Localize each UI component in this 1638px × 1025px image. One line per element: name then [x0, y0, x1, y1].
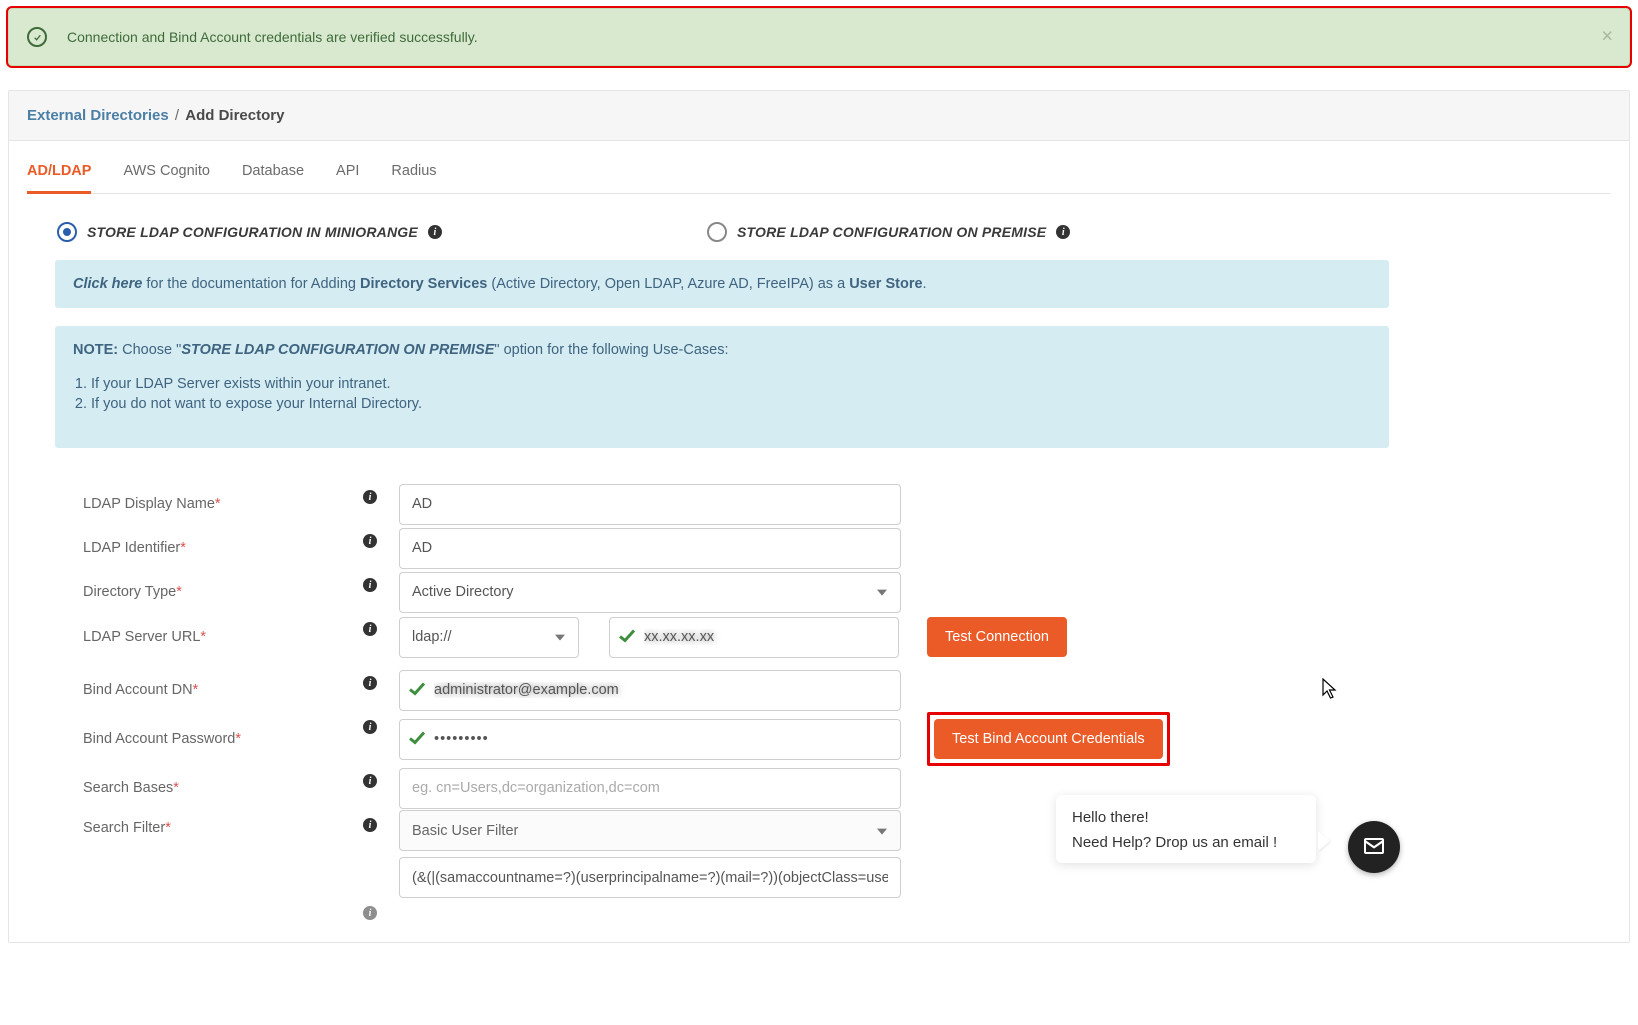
callout-dir-services: Directory Services	[360, 276, 487, 292]
callout-user-store: User Store	[849, 276, 922, 292]
note-use-case: If you do not want to expose your Intern…	[91, 396, 1371, 412]
note-use-case: If your LDAP Server exists within your i…	[91, 376, 1371, 392]
ldap-server-url-input[interactable]	[609, 617, 899, 658]
label-bind-account-dn: Bind Account DN*	[83, 682, 363, 698]
note-text: option for the following Use-Cases:	[504, 342, 729, 358]
info-icon[interactable]: i	[363, 720, 377, 734]
search-filter-expression	[399, 857, 901, 898]
note-label: NOTE:	[73, 342, 118, 358]
info-icon[interactable]: i	[363, 578, 377, 592]
test-bind-credentials-button[interactable]: Test Bind Account Credentials	[934, 719, 1163, 759]
note-text: Choose	[122, 342, 176, 358]
success-alert-text: Connection and Bind Account credentials …	[67, 29, 478, 45]
ldap-identifier-input[interactable]	[399, 528, 901, 569]
radio-store-on-premise[interactable]	[707, 222, 727, 242]
chat-popover: Hello there! Need Help? Drop us an email…	[1056, 795, 1316, 863]
click-here-link[interactable]: Click here	[73, 276, 142, 292]
info-icon[interactable]: i	[363, 818, 377, 832]
callout-text: for the documentation for Adding	[142, 276, 360, 292]
note-quote: STORE LDAP CONFIGURATION ON PREMISE	[181, 342, 494, 358]
bind-account-password-input[interactable]	[399, 719, 901, 760]
chat-fab-button[interactable]	[1348, 821, 1400, 873]
directory-source-tabs: AD/LDAP AWS Cognito Database API Radius	[27, 141, 1611, 194]
check-icon	[619, 629, 635, 646]
tab-api[interactable]: API	[336, 153, 359, 194]
check-circle-icon	[27, 27, 47, 47]
mail-icon	[1362, 834, 1386, 861]
label-ldap-display-name: LDAP Display Name*	[83, 496, 363, 512]
label-ldap-server-url: LDAP Server URL*	[83, 629, 363, 645]
breadcrumb: External Directories / Add Directory	[9, 91, 1629, 141]
ldap-display-name-input[interactable]	[399, 484, 901, 525]
label-bind-account-password: Bind Account Password*	[83, 731, 363, 747]
test-connection-button[interactable]: Test Connection	[927, 617, 1067, 657]
storage-location-radios: STORE LDAP CONFIGURATION IN MINIORANGE i…	[27, 194, 1611, 260]
search-filter-type-select[interactable]: Basic User Filter	[399, 810, 901, 851]
chat-line-2: Need Help? Drop us an email !	[1072, 834, 1300, 851]
note-callout: NOTE: Choose "STORE LDAP CONFIGURATION O…	[55, 326, 1389, 448]
info-icon[interactable]: i	[363, 676, 377, 690]
chat-popover-tail	[1318, 831, 1330, 851]
info-icon[interactable]: i	[363, 534, 377, 548]
label-ldap-identifier: LDAP Identifier*	[83, 540, 363, 556]
close-icon[interactable]: ×	[1601, 26, 1613, 49]
chat-line-1: Hello there!	[1072, 809, 1300, 826]
info-icon[interactable]: i	[363, 622, 377, 636]
mouse-cursor-icon	[1322, 678, 1340, 703]
search-bases-input[interactable]	[399, 768, 901, 809]
tab-radius[interactable]: Radius	[391, 153, 436, 194]
callout-text: (Active Directory, Open LDAP, Azure AD, …	[487, 276, 849, 292]
info-icon[interactable]: i	[363, 906, 377, 920]
tab-database[interactable]: Database	[242, 153, 304, 194]
breadcrumb-separator: /	[175, 107, 183, 124]
info-icon[interactable]: i	[1056, 225, 1070, 239]
check-icon	[409, 682, 425, 699]
bind-account-dn-input[interactable]	[399, 670, 901, 711]
label-search-bases: Search Bases*	[83, 780, 363, 796]
label-search-filter: Search Filter*	[83, 810, 363, 836]
tab-adldap[interactable]: AD/LDAP	[27, 153, 91, 194]
success-alert: Connection and Bind Account credentials …	[8, 8, 1630, 66]
radio-store-miniorange-label: STORE LDAP CONFIGURATION IN MINIORANGE	[87, 224, 418, 240]
radio-store-miniorange[interactable]	[57, 222, 77, 242]
check-icon	[409, 731, 425, 748]
add-directory-panel: External Directories / Add Directory AD/…	[8, 90, 1630, 943]
info-icon[interactable]: i	[363, 774, 377, 788]
test-bind-highlight: Test Bind Account Credentials	[927, 712, 1170, 766]
directory-type-select[interactable]: Active Directory	[399, 572, 901, 613]
info-icon[interactable]: i	[363, 490, 377, 504]
tab-aws-cognito[interactable]: AWS Cognito	[123, 153, 210, 194]
documentation-callout: Click here for the documentation for Add…	[55, 260, 1389, 308]
radio-store-on-premise-label: STORE LDAP CONFIGURATION ON PREMISE	[737, 224, 1046, 240]
callout-text: .	[923, 276, 927, 292]
breadcrumb-external-directories[interactable]: External Directories	[27, 107, 169, 124]
label-directory-type: Directory Type*	[83, 584, 363, 600]
info-icon[interactable]: i	[428, 225, 442, 239]
ldap-protocol-select[interactable]: ldap://	[399, 617, 579, 658]
breadcrumb-current: Add Directory	[185, 107, 284, 124]
